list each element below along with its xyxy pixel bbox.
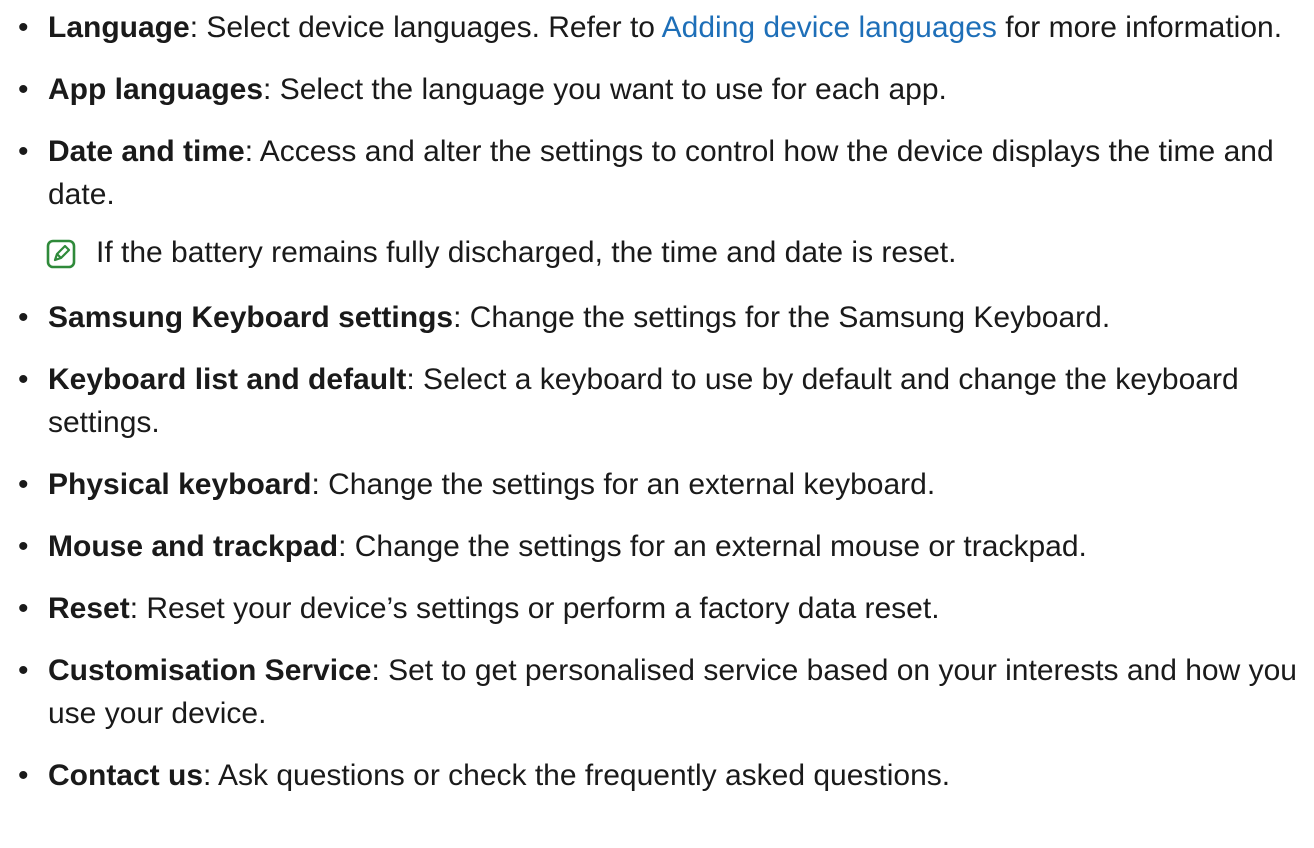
list-item-app-languages: • App languages: Select the language you… [0, 68, 1314, 111]
bullet: • [18, 468, 29, 501]
bullet: • [18, 530, 29, 563]
adding-device-languages-link[interactable]: Adding device languages [662, 11, 997, 44]
item-term: App languages [48, 73, 264, 106]
item-term: Contact us [48, 759, 204, 792]
item-term: Reset [48, 592, 130, 625]
bullet: • [18, 654, 29, 687]
item-text: : Change the settings for an external ke… [311, 468, 936, 501]
item-text: : Reset your device’s settings or perfor… [129, 592, 940, 625]
item-term: Customisation Service [48, 654, 372, 687]
item-text: : Change the settings for the Samsung Ke… [453, 301, 1111, 334]
list-item-samsung-keyboard-settings: • Samsung Keyboard settings: Change the … [0, 296, 1314, 339]
item-text: : Change the settings for an external mo… [338, 530, 1087, 563]
bullet: • [18, 73, 29, 106]
list-item-mouse-and-trackpad: • Mouse and trackpad: Change the setting… [0, 525, 1314, 568]
settings-description-list: • Language: Select device languages. Ref… [0, 0, 1314, 797]
list-item-contact-us: • Contact us: Ask questions or check the… [0, 754, 1314, 797]
list-item-customisation-service: • Customisation Service: Set to get pers… [0, 649, 1314, 735]
item-text: : Select the language you want to use fo… [263, 73, 947, 106]
item-term: Mouse and trackpad [48, 530, 339, 563]
item-text: : Ask questions or check the frequently … [203, 759, 951, 792]
item-text-after-link: for more information. [996, 11, 1283, 44]
item-term: Date and time [48, 135, 245, 168]
item-term: Samsung Keyboard settings [48, 301, 454, 334]
list-item-keyboard-list-and-default: • Keyboard list and default: Select a ke… [0, 358, 1314, 444]
bullet: • [18, 135, 29, 168]
list-item-reset: • Reset: Reset your device’s settings or… [0, 587, 1314, 630]
item-term: Language [48, 11, 190, 44]
item-text: : Select device languages. Refer to [189, 11, 662, 44]
bullet: • [18, 301, 29, 334]
list-item-language: • Language: Select device languages. Ref… [0, 6, 1314, 49]
bullet: • [18, 592, 29, 625]
bullet: • [18, 11, 29, 44]
item-term: Physical keyboard [48, 468, 312, 501]
bullet: • [18, 363, 29, 396]
note-pencil-icon [46, 238, 76, 269]
note-text: If the battery remains fully discharged,… [96, 236, 957, 269]
item-term: Keyboard list and default [48, 363, 407, 396]
bullet: • [18, 759, 29, 792]
list-item-date-and-time: • Date and time: Access and alter the se… [0, 130, 1314, 216]
list-item-physical-keyboard: • Physical keyboard: Change the settings… [0, 463, 1314, 506]
battery-note: If the battery remains fully discharged,… [0, 231, 1314, 274]
